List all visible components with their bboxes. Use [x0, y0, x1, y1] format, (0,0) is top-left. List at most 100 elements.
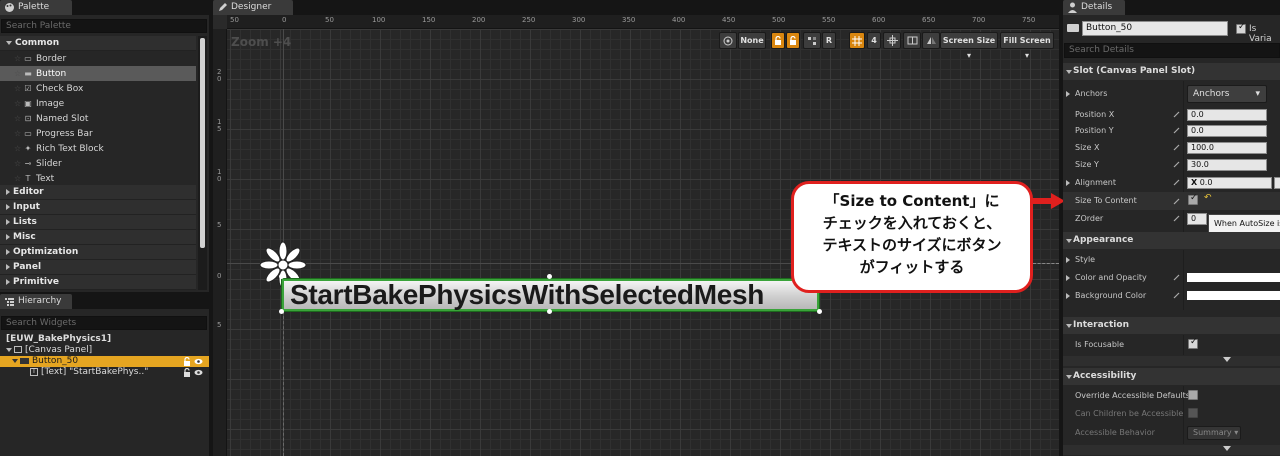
anchors-dropdown[interactable]: Anchors ▾ — [1187, 85, 1267, 103]
link-icon[interactable] — [1173, 198, 1180, 205]
grid-snap-value[interactable]: 4 — [867, 32, 881, 49]
category-lists[interactable]: Lists — [0, 215, 196, 230]
section-appearance[interactable]: Appearance — [1063, 232, 1280, 249]
hierarchy-root[interactable]: [EUW_BakePhysics1] — [0, 334, 209, 345]
widget-name-input[interactable]: Button_50 — [1082, 21, 1228, 36]
is-focusable-checkbox[interactable] — [1188, 337, 1198, 349]
size-to-content-checkbox[interactable] — [1188, 193, 1198, 205]
link-icon[interactable] — [1173, 161, 1180, 168]
category-common[interactable]: Common — [0, 36, 196, 51]
fill-screen-dropdown[interactable]: Fill Screen ▾ — [1000, 32, 1054, 60]
position-y-input[interactable]: 0.0 — [1187, 125, 1267, 137]
background-color-swatch[interactable] — [1187, 291, 1280, 300]
link-icon[interactable] — [1173, 127, 1180, 134]
widget-icon — [723, 36, 733, 46]
prop-label: Is Focusable — [1075, 340, 1125, 349]
palette-item-progress-bar[interactable]: ☆ ▭ Progress Bar — [0, 126, 196, 141]
details-search-input[interactable]: Search Details — [1064, 43, 1280, 58]
lock-toggle-2[interactable] — [786, 32, 800, 49]
link-icon[interactable] — [1173, 179, 1180, 186]
tab-designer[interactable]: Designer — [213, 0, 293, 15]
can-children-checkbox[interactable] — [1188, 408, 1198, 418]
palette-item-image[interactable]: ☆ ▣ Image — [0, 96, 196, 111]
resize-handle[interactable] — [817, 309, 822, 314]
expand-arrow-icon[interactable] — [1066, 257, 1070, 263]
palette-scrollbar-thumb[interactable] — [200, 38, 205, 248]
category-panel[interactable]: Panel — [0, 260, 196, 275]
hierarchy-button-50[interactable]: Button_50 — [0, 356, 209, 367]
dpi-widget-button[interactable] — [719, 32, 737, 49]
hierarchy-text-label: [Text] "StartBakePhys.." — [41, 367, 149, 377]
device-button[interactable] — [883, 32, 901, 49]
resize-handle[interactable] — [547, 274, 552, 279]
ruler-label: 1 0 — [217, 168, 222, 183]
category-primitive[interactable]: Primitive — [0, 275, 196, 290]
is-variable-checkbox[interactable] — [1236, 22, 1246, 34]
tab-hierarchy[interactable]: Hierarchy — [0, 294, 72, 309]
ruler-label: 0 — [282, 16, 287, 24]
tab-palette[interactable]: Palette — [0, 0, 72, 15]
eye-icon[interactable] — [194, 368, 203, 377]
palette-item-slider[interactable]: ☆ ⊸ Slider — [0, 156, 196, 171]
category-misc[interactable]: Misc — [0, 230, 196, 245]
transform-button[interactable] — [803, 32, 821, 49]
palette-item-rich-text-block[interactable]: ☆ ✦ Rich Text Block — [0, 141, 196, 156]
mirror-button[interactable] — [922, 32, 940, 49]
palette-item-check-box[interactable]: ☆ ☑ Check Box — [0, 81, 196, 96]
reset-arrow-icon[interactable]: ↶ — [1204, 193, 1212, 203]
alignment-y-input[interactable] — [1274, 177, 1280, 189]
palette-item-button[interactable]: ☆ ▬ Button — [0, 66, 196, 81]
r-toggle[interactable]: R — [822, 32, 836, 49]
section-interaction[interactable]: Interaction — [1063, 317, 1280, 334]
link-icon[interactable] — [1173, 144, 1180, 151]
lock-icon[interactable] — [183, 368, 191, 377]
prop-style: Style — [1063, 251, 1280, 268]
category-input[interactable]: Input — [0, 200, 196, 215]
palette-item-named-slot[interactable]: ☆ ⊡ Named Slot — [0, 111, 196, 126]
position-x-input[interactable]: 0.0 — [1187, 109, 1267, 121]
hierarchy-search-input[interactable]: Search Widgets — [1, 316, 207, 330]
size-x-input[interactable]: 100.0 — [1187, 142, 1267, 154]
expand-arrow-icon[interactable] — [1066, 180, 1070, 186]
section-accessibility[interactable]: Accessibility — [1063, 368, 1280, 385]
resize-handle[interactable] — [279, 274, 284, 279]
palette-icon — [5, 3, 14, 12]
star-icon: ☆ — [14, 159, 22, 168]
advanced-toggle[interactable] — [1063, 445, 1280, 455]
expand-arrow-icon[interactable] — [1066, 91, 1070, 97]
prop-label: Override Accessible Defaults — [1075, 391, 1190, 400]
link-icon[interactable] — [1173, 215, 1180, 222]
resize-handle[interactable] — [547, 309, 552, 314]
zorder-input[interactable]: 0 — [1187, 213, 1207, 225]
palette-search-input[interactable]: Search Palette — [1, 19, 207, 33]
grid-snap-toggle[interactable] — [849, 32, 865, 49]
category-editor[interactable]: Editor — [0, 185, 196, 200]
none-dropdown[interactable]: None — [738, 32, 766, 49]
advanced-toggle[interactable] — [1063, 356, 1280, 366]
color-swatch[interactable] — [1187, 273, 1280, 282]
resize-handle[interactable] — [279, 309, 284, 314]
alignment-x-input[interactable]: X 0.0 — [1187, 177, 1272, 189]
accessible-behavior-dropdown[interactable]: Summary ▾ — [1187, 426, 1241, 440]
link-icon[interactable] — [1173, 111, 1180, 118]
tab-details[interactable]: Details — [1063, 0, 1125, 15]
expand-arrow-icon[interactable] — [1066, 275, 1070, 281]
palette-item-text[interactable]: ☆ T Text — [0, 171, 196, 186]
size-y-input[interactable]: 30.0 — [1187, 159, 1267, 171]
screen-size-dropdown[interactable]: Screen Size ▾ — [940, 32, 998, 60]
link-icon[interactable] — [1173, 292, 1180, 299]
category-optimization[interactable]: Optimization — [0, 245, 196, 260]
expand-arrow-icon[interactable] — [1066, 293, 1070, 299]
palette-scrollbar[interactable] — [198, 36, 207, 290]
lock-icon[interactable] — [183, 357, 191, 366]
hierarchy-text[interactable]: T [Text] "StartBakePhys.." — [0, 367, 209, 378]
hierarchy-canvas-panel[interactable]: [Canvas Panel] — [0, 345, 209, 356]
override-accessible-checkbox[interactable] — [1188, 390, 1198, 400]
section-slot[interactable]: Slot (Canvas Panel Slot) — [1063, 63, 1280, 80]
palette-item-border[interactable]: ☆ ▭ Border — [0, 51, 196, 66]
link-icon[interactable] — [1173, 274, 1180, 281]
lock-toggle[interactable] — [771, 32, 785, 49]
flip-button[interactable] — [903, 32, 921, 49]
eye-icon[interactable] — [194, 357, 203, 366]
button-widget[interactable]: StartBakePhysicsWithSelectedMesh — [282, 279, 819, 311]
